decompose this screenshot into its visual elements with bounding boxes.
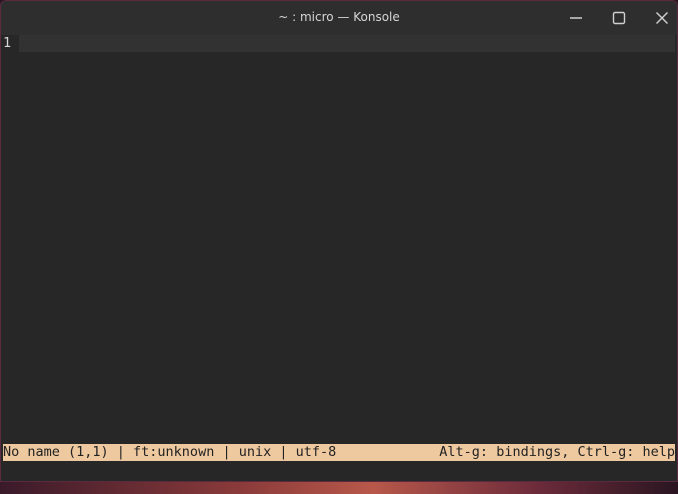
current-line-highlight[interactable] — [19, 35, 675, 52]
status-keybinding-hint: Alt-g: bindings, Ctrl-g: help — [439, 444, 675, 460]
terminal-area[interactable]: 1 No name (1,1) | ft:unknown | unix | ut… — [1, 35, 677, 481]
konsole-window: ~ : micro — Konsole 1 No name (1,1) | ft… — [0, 0, 678, 482]
status-file-info: No name (1,1) | ft:unknown | unix | utf-… — [3, 444, 337, 460]
line-number: 1 — [3, 35, 12, 51]
minimize-button[interactable] — [564, 7, 588, 29]
close-button[interactable] — [650, 7, 674, 29]
desktop-wallpaper — [0, 480, 678, 494]
maximize-button[interactable] — [607, 7, 631, 29]
editor-line[interactable]: 1 — [1, 35, 677, 52]
status-bar: No name (1,1) | ft:unknown | unix | utf-… — [3, 444, 675, 461]
title-bar[interactable]: ~ : micro — Konsole — [1, 1, 677, 36]
minimize-icon — [570, 17, 582, 19]
maximize-icon — [612, 11, 626, 25]
close-icon — [656, 12, 668, 24]
